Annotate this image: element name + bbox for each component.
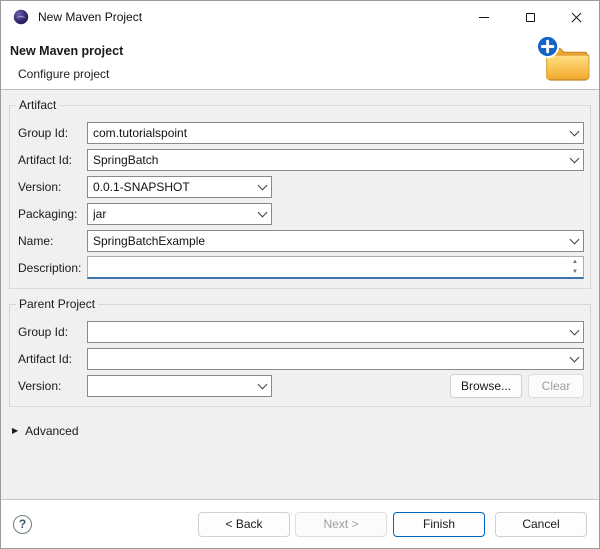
description-scrollbar[interactable]: ▲ ▼ <box>567 257 583 277</box>
name-combo[interactable] <box>87 230 584 252</box>
artifact-group-id-row: Group Id: <box>18 119 584 146</box>
chevron-down-icon[interactable] <box>253 376 271 396</box>
parent-group-id-combo[interactable] <box>87 321 584 343</box>
parent-group-id-row: Group Id: <box>18 318 584 345</box>
group-id-combo[interactable] <box>87 122 584 144</box>
wizard-header: New Maven project Configure project <box>1 33 599 90</box>
version-input[interactable] <box>88 177 253 197</box>
next-button[interactable]: Next > <box>295 512 387 537</box>
name-label: Name: <box>18 234 87 248</box>
description-field[interactable]: ▲ ▼ <box>87 256 584 279</box>
parent-project-group: Parent Project Group Id: Artifact Id: Ve… <box>9 304 591 407</box>
parent-artifact-id-combo[interactable] <box>87 348 584 370</box>
new-maven-project-dialog: New Maven Project New Maven project Conf… <box>0 0 600 549</box>
parent-version-label: Version: <box>18 379 87 393</box>
description-label: Description: <box>18 261 87 275</box>
parent-version-input[interactable] <box>88 376 253 396</box>
maximize-button[interactable] <box>507 1 553 33</box>
parent-artifact-id-row: Artifact Id: <box>18 345 584 372</box>
browse-button[interactable]: Browse... <box>450 374 522 398</box>
close-icon <box>570 11 583 24</box>
advanced-section-toggle[interactable]: ▶ Advanced <box>12 424 591 438</box>
wizard-buttons: < Back Next > Finish Cancel <box>198 512 587 537</box>
parent-group-id-label: Group Id: <box>18 325 87 339</box>
clear-button[interactable]: Clear <box>528 374 584 398</box>
help-button[interactable]: ? <box>13 515 32 534</box>
name-input[interactable] <box>88 231 565 251</box>
artifact-id-combo[interactable] <box>87 149 584 171</box>
artifact-name-row: Name: <box>18 227 584 254</box>
description-input[interactable] <box>88 257 567 277</box>
scroll-up-icon[interactable]: ▲ <box>572 259 578 265</box>
version-combo[interactable] <box>87 176 272 198</box>
back-button[interactable]: < Back <box>198 512 290 537</box>
button-bar: ? < Back Next > Finish Cancel <box>1 499 599 548</box>
packaging-label: Packaging: <box>18 207 87 221</box>
new-maven-folder-icon <box>534 34 592 87</box>
help-icon: ? <box>19 517 26 531</box>
chevron-down-icon[interactable] <box>565 349 583 369</box>
artifact-group-label: Artifact <box>16 98 59 112</box>
version-label: Version: <box>18 180 87 194</box>
artifact-id-input[interactable] <box>88 150 565 170</box>
packaging-combo[interactable] <box>87 203 272 225</box>
eclipse-app-icon <box>13 9 29 25</box>
chevron-down-icon[interactable] <box>565 322 583 342</box>
parent-project-group-label: Parent Project <box>16 297 98 311</box>
scroll-down-icon[interactable]: ▼ <box>572 269 578 275</box>
parent-group-id-input[interactable] <box>88 322 565 342</box>
artifact-packaging-row: Packaging: <box>18 200 584 227</box>
window-controls <box>461 1 599 33</box>
parent-version-combo[interactable] <box>87 375 272 397</box>
parent-artifact-id-label: Artifact Id: <box>18 352 87 366</box>
chevron-down-icon[interactable] <box>565 123 583 143</box>
minimize-icon <box>479 17 489 18</box>
parent-version-row: Version: Browse... Clear <box>18 372 584 399</box>
close-button[interactable] <box>553 1 599 33</box>
maximize-icon <box>526 13 535 22</box>
advanced-label: Advanced <box>25 424 78 438</box>
window-title: New Maven Project <box>38 10 142 24</box>
collapsed-triangle-icon: ▶ <box>12 427 18 435</box>
artifact-description-row: Description: ▲ ▼ <box>18 254 584 281</box>
artifact-group: Artifact Group Id: Artifact Id: Version: <box>9 105 591 289</box>
group-id-input[interactable] <box>88 123 565 143</box>
packaging-input[interactable] <box>88 204 253 224</box>
chevron-down-icon[interactable] <box>253 204 271 224</box>
artifact-artifact-id-row: Artifact Id: <box>18 146 584 173</box>
cancel-button[interactable]: Cancel <box>495 512 587 537</box>
wizard-body: Artifact Group Id: Artifact Id: Version: <box>1 90 599 499</box>
finish-button[interactable]: Finish <box>393 512 485 537</box>
minimize-button[interactable] <box>461 1 507 33</box>
wizard-subtitle: Configure project <box>1 58 599 81</box>
chevron-down-icon[interactable] <box>565 231 583 251</box>
wizard-title: New Maven project <box>1 33 599 58</box>
group-id-label: Group Id: <box>18 126 87 140</box>
titlebar: New Maven Project <box>1 1 599 33</box>
chevron-down-icon[interactable] <box>253 177 271 197</box>
chevron-down-icon[interactable] <box>565 150 583 170</box>
parent-artifact-id-input[interactable] <box>88 349 565 369</box>
artifact-version-row: Version: <box>18 173 584 200</box>
artifact-id-label: Artifact Id: <box>18 153 87 167</box>
